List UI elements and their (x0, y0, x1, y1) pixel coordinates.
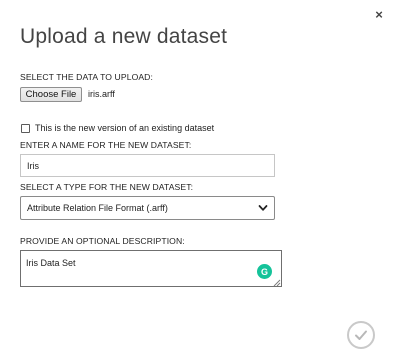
grammarly-icon[interactable]: G (257, 264, 272, 279)
chevron-down-icon (258, 205, 268, 211)
close-button[interactable]: × (371, 6, 387, 22)
upload-dataset-dialog: × Upload a new dataset SELECT THE DATA T… (0, 0, 393, 358)
description-label: PROVIDE AN OPTIONAL DESCRIPTION: (20, 236, 185, 246)
type-label: SELECT A TYPE FOR THE NEW DATASET: (20, 182, 194, 192)
new-version-checkbox[interactable] (21, 124, 30, 133)
description-textarea[interactable]: Iris Data Set (20, 250, 282, 287)
close-icon: × (375, 6, 383, 22)
checkmark-icon (355, 330, 367, 340)
dataset-type-value: Attribute Relation File Format (.arff) (27, 203, 168, 213)
dialog-title: Upload a new dataset (20, 25, 228, 48)
dataset-name-value: Iris (27, 160, 39, 171)
name-label: ENTER A NAME FOR THE NEW DATASET: (20, 140, 192, 150)
confirm-button[interactable] (347, 321, 375, 349)
new-version-checkbox-label[interactable]: This is the new version of an existing d… (35, 123, 214, 133)
choose-file-button[interactable]: Choose File (20, 87, 82, 102)
dataset-name-input[interactable]: Iris (20, 154, 275, 177)
selected-file-name: iris.arff (88, 89, 115, 99)
dataset-type-select[interactable]: Attribute Relation File Format (.arff) (20, 196, 275, 220)
upload-label: SELECT THE DATA TO UPLOAD: (20, 72, 153, 82)
description-value: Iris Data Set (26, 258, 76, 268)
grammarly-letter: G (260, 266, 268, 277)
resize-handle-icon[interactable] (273, 279, 281, 287)
